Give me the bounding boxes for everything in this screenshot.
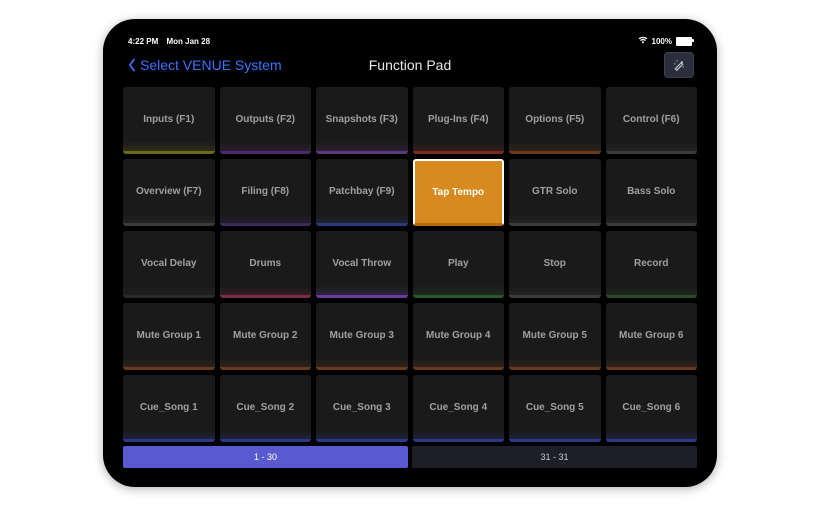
pad-label: Mute Group 3 (330, 330, 394, 341)
pad-1-4[interactable]: GTR Solo (509, 159, 601, 226)
pad-label: Tap Tempo (432, 187, 484, 198)
pad-label: Control (F6) (623, 114, 680, 125)
pad-3-3[interactable]: Mute Group 4 (413, 303, 505, 370)
pad-3-4[interactable]: Mute Group 5 (509, 303, 601, 370)
pad-0-5[interactable]: Control (F6) (606, 87, 698, 154)
pad-label: GTR Solo (532, 186, 578, 197)
pad-0-1[interactable]: Outputs (F2) (220, 87, 312, 154)
pad-1-0[interactable]: Overview (F7) (123, 159, 215, 226)
edit-button[interactable] (664, 52, 694, 78)
page-selector: 1 - 30 31 - 31 (118, 444, 702, 472)
pad-label: Mute Group 5 (523, 330, 587, 341)
pad-label: Play (448, 258, 469, 269)
pad-label: Mute Group 1 (137, 330, 201, 341)
pad-label: Drums (249, 258, 281, 269)
pad-label: Cue_Song 2 (236, 402, 294, 413)
pad-4-5[interactable]: Cue_Song 6 (606, 375, 698, 442)
page-tab-label: 31 - 31 (540, 452, 568, 462)
pad-label: Snapshots (F3) (326, 114, 398, 125)
pad-label: Cue_Song 3 (333, 402, 391, 413)
pad-3-1[interactable]: Mute Group 2 (220, 303, 312, 370)
pad-label: Mute Group 6 (619, 330, 683, 341)
pad-4-3[interactable]: Cue_Song 4 (413, 375, 505, 442)
pad-1-1[interactable]: Filing (F8) (220, 159, 312, 226)
nav-bar: Select VENUE System Function Pad (118, 48, 702, 82)
pad-label: Record (634, 258, 668, 269)
pad-2-4[interactable]: Stop (509, 231, 601, 298)
pad-2-2[interactable]: Vocal Throw (316, 231, 408, 298)
status-right: 100% (638, 36, 692, 46)
pad-2-3[interactable]: Play (413, 231, 505, 298)
pad-4-4[interactable]: Cue_Song 5 (509, 375, 601, 442)
pad-label: Patchbay (F9) (329, 186, 395, 197)
pad-0-0[interactable]: Inputs (F1) (123, 87, 215, 154)
pad-1-5[interactable]: Bass Solo (606, 159, 698, 226)
status-battery-text: 100% (652, 37, 672, 46)
status-bar: 4:22 PM Mon Jan 28 100% (118, 34, 702, 48)
pad-4-0[interactable]: Cue_Song 1 (123, 375, 215, 442)
pad-label: Vocal Throw (332, 258, 391, 269)
chevron-left-icon (126, 58, 138, 72)
pad-4-2[interactable]: Cue_Song 3 (316, 375, 408, 442)
pad-label: Filing (F8) (241, 186, 289, 197)
ipad-frame: 4:22 PM Mon Jan 28 100% Select VENUE Sys… (103, 19, 717, 487)
pad-2-5[interactable]: Record (606, 231, 698, 298)
pad-3-5[interactable]: Mute Group 6 (606, 303, 698, 370)
pad-label: Cue_Song 1 (140, 402, 198, 413)
pad-3-2[interactable]: Mute Group 3 (316, 303, 408, 370)
pad-2-0[interactable]: Vocal Delay (123, 231, 215, 298)
page-tab-label: 1 - 30 (254, 452, 277, 462)
status-time: 4:22 PM (128, 37, 158, 46)
screen: 4:22 PM Mon Jan 28 100% Select VENUE Sys… (118, 34, 702, 472)
pad-label: Overview (F7) (136, 186, 202, 197)
pad-label: Cue_Song 4 (429, 402, 487, 413)
page-tab-1[interactable]: 31 - 31 (412, 446, 697, 468)
pad-label: Outputs (F2) (236, 114, 295, 125)
pad-0-3[interactable]: Plug-Ins (F4) (413, 87, 505, 154)
pad-1-2[interactable]: Patchbay (F9) (316, 159, 408, 226)
pad-3-0[interactable]: Mute Group 1 (123, 303, 215, 370)
pad-4-1[interactable]: Cue_Song 2 (220, 375, 312, 442)
pad-label: Vocal Delay (141, 258, 196, 269)
status-date: Mon Jan 28 (166, 37, 210, 46)
pad-label: Bass Solo (627, 186, 675, 197)
pad-grid: Inputs (F1) Outputs (F2) Snapshots (F3) Plu… (118, 82, 702, 444)
back-label: Select VENUE System (140, 57, 282, 73)
pad-0-2[interactable]: Snapshots (F3) (316, 87, 408, 154)
pad-label: Options (F5) (525, 114, 584, 125)
pad-label: Cue_Song 6 (622, 402, 680, 413)
status-left: 4:22 PM Mon Jan 28 (128, 37, 216, 46)
wifi-icon (638, 36, 648, 46)
pad-label: Plug-Ins (F4) (428, 114, 489, 125)
pad-0-4[interactable]: Options (F5) (509, 87, 601, 154)
back-button[interactable]: Select VENUE System (126, 57, 282, 73)
pad-1-3[interactable]: Tap Tempo (413, 159, 505, 226)
pad-label: Mute Group 2 (233, 330, 297, 341)
page-tab-0[interactable]: 1 - 30 (123, 446, 408, 468)
pad-2-1[interactable]: Drums (220, 231, 312, 298)
wand-icon (673, 59, 685, 71)
pad-label: Stop (544, 258, 566, 269)
pad-label: Inputs (F1) (143, 114, 194, 125)
pad-label: Mute Group 4 (426, 330, 490, 341)
battery-icon (676, 37, 692, 46)
pad-label: Cue_Song 5 (526, 402, 584, 413)
